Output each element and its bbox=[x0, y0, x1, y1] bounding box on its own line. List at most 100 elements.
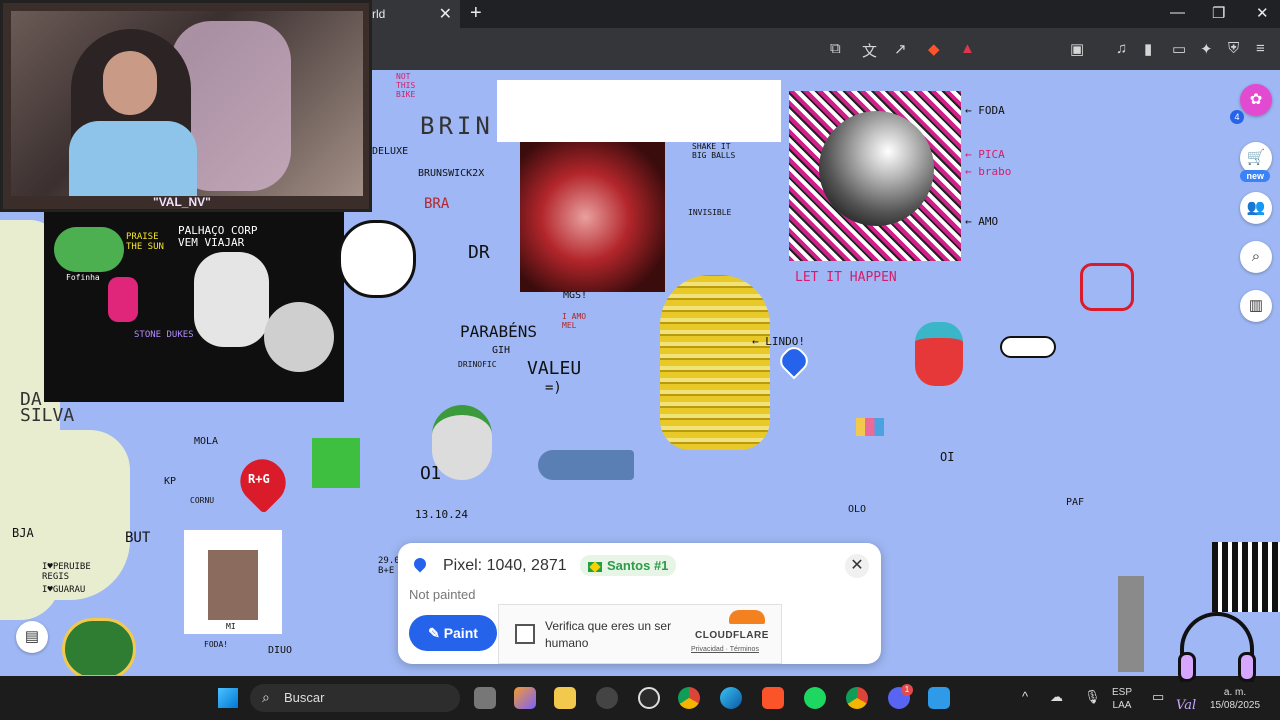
date-text: 13.10.24 bbox=[415, 508, 468, 521]
browser-tab[interactable]: rld ✕ bbox=[360, 0, 460, 28]
captcha-links[interactable]: Privacidad · Términos bbox=[691, 646, 759, 653]
pencil-icon: ✎ bbox=[428, 625, 444, 641]
invisible-text: INVISIBLE bbox=[688, 208, 732, 217]
joker-art bbox=[432, 405, 492, 480]
new-tab-button[interactable]: + bbox=[470, 2, 482, 25]
menu-icon[interactable]: ≡ bbox=[1256, 40, 1265, 57]
show-hidden-icons[interactable]: ^ bbox=[1022, 690, 1028, 703]
mola-text: MOLA bbox=[194, 436, 219, 447]
brave-rewards-icon[interactable]: ▲ bbox=[960, 40, 975, 57]
app-icon[interactable] bbox=[928, 687, 950, 709]
olo-text: OLO bbox=[848, 504, 867, 515]
translate-icon[interactable]: 文 bbox=[862, 40, 877, 61]
cast-icon[interactable]: ⧉ bbox=[830, 40, 841, 57]
task-view-icon[interactable] bbox=[474, 687, 496, 709]
valeu-text: VALEU bbox=[527, 358, 582, 379]
start-icon[interactable] bbox=[218, 688, 238, 708]
amo-mel-text: I AMO MEL bbox=[562, 312, 587, 330]
lang-top: ESP bbox=[1112, 687, 1133, 698]
location-pin-marker[interactable] bbox=[775, 342, 813, 380]
ol-text: OI bbox=[940, 450, 955, 464]
pixel-info-panel: Pixel: 1040, 2871 Santos #1 ✕ Not painte… bbox=[398, 543, 881, 664]
chrome-profile-icon[interactable] bbox=[846, 687, 868, 709]
heart-text: R+G bbox=[248, 472, 270, 486]
lindo-text: ← LINDO! bbox=[752, 335, 805, 348]
reader-mode-icon[interactable]: ▣ bbox=[1070, 40, 1084, 58]
eye-art bbox=[1000, 336, 1056, 358]
captcha-checkbox[interactable] bbox=[515, 624, 535, 644]
dr-text: DR bbox=[468, 242, 490, 263]
spotify-icon[interactable] bbox=[804, 687, 826, 709]
wplace-logo-icon[interactable]: ✿ bbox=[1240, 84, 1272, 116]
language-indicator[interactable]: ESP LAA bbox=[1112, 686, 1132, 712]
sidebar-toggle-icon[interactable]: ▮ bbox=[1144, 40, 1152, 58]
but-text: BUT bbox=[125, 530, 151, 546]
cloudflare-captcha: Verifica que eres un ser humano CLOUDFLA… bbox=[498, 604, 782, 664]
drinofic-text: DRINOFIC bbox=[458, 360, 497, 369]
clock[interactable]: a. m. 15/08/2025 bbox=[1210, 686, 1260, 712]
copilot-icon[interactable] bbox=[514, 687, 536, 709]
valeu-face-text: =) bbox=[545, 380, 562, 396]
guarau-text: I♥GUARAU bbox=[42, 585, 86, 595]
deluxe-text: DELUXE bbox=[372, 146, 409, 157]
webcam-overlay: "VAL_NV" bbox=[0, 0, 372, 212]
paint-status: Not painted bbox=[409, 587, 476, 602]
tab-close-icon[interactable]: ✕ bbox=[439, 4, 452, 24]
foda2-text: FODA! bbox=[204, 640, 229, 649]
close-window-button[interactable]: ✕ bbox=[1256, 4, 1269, 22]
cartman-art bbox=[915, 322, 963, 386]
diuo-text: DIUO bbox=[268, 645, 293, 656]
share-icon[interactable]: ↗ bbox=[894, 40, 907, 58]
display-icon[interactable]: ▭ bbox=[1152, 690, 1164, 703]
github-icon[interactable] bbox=[596, 687, 618, 709]
brave-icon[interactable] bbox=[762, 687, 784, 709]
streamer-name: "VAL_NV" bbox=[153, 195, 211, 209]
country-badge[interactable]: Santos #1 bbox=[580, 555, 677, 576]
bw-pattern-art bbox=[1212, 542, 1280, 612]
layers-icon[interactable]: ▤ bbox=[16, 621, 48, 653]
close-panel-button[interactable]: ✕ bbox=[845, 554, 869, 578]
paint-button-label: Paint bbox=[443, 625, 478, 641]
taskbar-search[interactable]: ⌕ Buscar bbox=[250, 684, 460, 712]
file-explorer-icon[interactable] bbox=[554, 687, 576, 709]
fofinha-text: Fofinha bbox=[66, 273, 100, 282]
paint-button[interactable]: ✎ Paint bbox=[409, 615, 497, 651]
blank-white-block bbox=[497, 80, 781, 142]
minimize-button[interactable]: — bbox=[1170, 4, 1185, 21]
praise-sun-text: PRAISE THE SUN bbox=[126, 232, 164, 252]
edge-icon[interactable] bbox=[720, 687, 742, 709]
peruibe-text: I♥PERUIBE REGIS bbox=[42, 562, 91, 582]
lang-bottom: LAA bbox=[1112, 700, 1132, 711]
search-zoom-icon[interactable]: ⌕ bbox=[1240, 241, 1272, 273]
pin-icon bbox=[411, 555, 429, 573]
users-icon[interactable]: 👥 bbox=[1240, 192, 1272, 224]
bra-text: BRA bbox=[424, 196, 450, 212]
tower-art bbox=[1118, 576, 1144, 672]
media-icon[interactable]: ♫ bbox=[1116, 40, 1127, 57]
obs-icon[interactable] bbox=[638, 687, 660, 709]
country-label: Santos #1 bbox=[607, 558, 669, 573]
mic-icon[interactable]: 🎙 bbox=[1084, 690, 1101, 703]
bja-text: BJA bbox=[12, 526, 34, 540]
parabens-text: PARABÉNS bbox=[460, 322, 538, 341]
cloudflare-cloud-icon bbox=[729, 610, 765, 624]
clock-time: a. m. bbox=[1223, 687, 1247, 698]
mi-text: MI bbox=[226, 622, 236, 631]
brave-shield-icon[interactable]: ◆ bbox=[928, 40, 940, 58]
leaderboard-icon[interactable]: ▥ bbox=[1240, 290, 1272, 322]
leo-ai-icon[interactable]: ✦ bbox=[1200, 40, 1213, 58]
streamer-shirt bbox=[69, 121, 197, 196]
creeper-art bbox=[312, 438, 360, 488]
maximize-button[interactable]: ❐ bbox=[1212, 4, 1225, 22]
discord-badge: 1 bbox=[901, 684, 913, 696]
chrome-icon[interactable] bbox=[678, 687, 700, 709]
wallet-icon[interactable]: ▭ bbox=[1172, 40, 1186, 58]
red-portrait-art bbox=[520, 142, 665, 292]
the-kiss-art bbox=[660, 275, 770, 450]
vpn-icon[interactable]: ⛨ bbox=[1228, 40, 1239, 57]
streamer-face bbox=[103, 51, 157, 115]
network-icon[interactable]: ☁ bbox=[1050, 690, 1063, 703]
new-badge: new bbox=[1240, 170, 1270, 182]
tab-title: rld bbox=[372, 7, 386, 21]
cloudflare-logo: CLOUDFLARE bbox=[695, 630, 769, 641]
